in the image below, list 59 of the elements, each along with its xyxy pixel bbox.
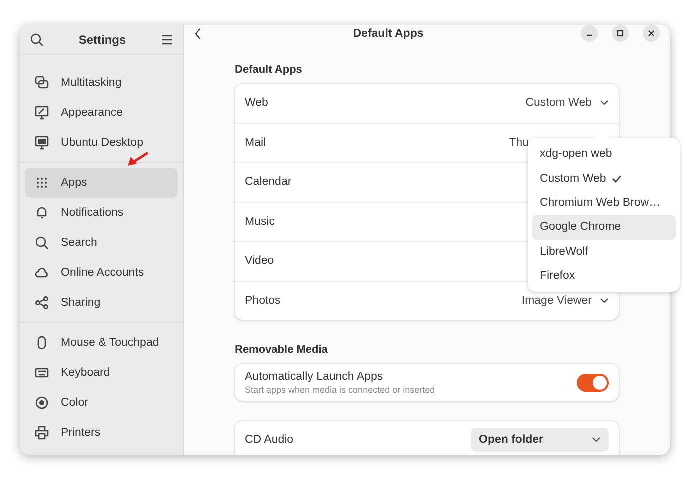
setting-description: Start apps when media is connected or inserted — [245, 384, 436, 394]
setting-label: Video — [245, 255, 274, 268]
dropdown[interactable]: Thu — [509, 136, 529, 149]
bell-icon — [35, 206, 49, 220]
share-icon — [35, 296, 49, 310]
sidebar-item[interactable]: Online Accounts — [25, 258, 178, 288]
setting-label: Web — [245, 97, 268, 110]
setting-label: CD Audio — [245, 434, 294, 446]
setting-label: Calendar — [245, 176, 292, 188]
sidebar-item[interactable]: Ubuntu Desktop — [25, 128, 178, 158]
dropdown-option[interactable]: LibreWolf — [532, 240, 676, 264]
monitor-icon — [35, 136, 49, 150]
color-icon — [35, 396, 49, 410]
setting-label: Mail — [245, 136, 266, 149]
back-icon[interactable] — [194, 28, 202, 40]
section-heading: Removable Media — [235, 344, 329, 356]
setting-label: Music — [245, 216, 276, 228]
setting-label: Automatically Launch Apps — [245, 370, 384, 382]
close-button[interactable] — [643, 25, 660, 42]
menu-icon[interactable] — [161, 34, 173, 44]
sidebar-item[interactable]: Sharing — [25, 288, 178, 318]
dropdown-option[interactable]: Firefox — [532, 264, 676, 288]
sidebar-item[interactable]: Mouse & Touchpad — [25, 328, 178, 358]
sidebar-title: Settings — [78, 32, 126, 46]
sidebar-item[interactable]: Apps — [25, 168, 178, 198]
dropdown-option[interactable]: xdg-open web — [532, 142, 676, 166]
chevron-down-icon — [592, 437, 601, 444]
sidebar-item[interactable]: Appearance — [25, 98, 178, 128]
dropdown[interactable]: Image Viewer — [522, 294, 609, 307]
chevron-down-icon — [600, 100, 609, 106]
dropdown-option[interactable]: Chromium Web Brow… — [532, 190, 676, 216]
monitor-brush-icon — [35, 106, 49, 120]
search-icon — [30, 32, 44, 46]
windows-icon — [35, 76, 49, 90]
cloud-icon — [35, 266, 49, 280]
grid-icon — [35, 176, 49, 190]
chevron-down-icon — [600, 298, 609, 304]
setting-label: Photos — [245, 294, 281, 307]
window-title: Default Apps — [352, 28, 425, 40]
sidebar-item[interactable]: Notifications — [25, 198, 178, 228]
section-heading: Default Apps — [235, 64, 304, 76]
dropdown[interactable]: Open folder — [471, 428, 609, 452]
annotation-arrow — [126, 151, 150, 167]
printer-icon — [35, 426, 49, 440]
sidebar-item[interactable]: Multitasking — [25, 68, 178, 98]
sidebar-item[interactable]: Printers — [25, 418, 178, 448]
sidebar-item[interactable]: Keyboard — [25, 358, 178, 388]
sidebar-item[interactable]: Color — [25, 388, 178, 418]
sidebar-item[interactable]: Search — [25, 228, 178, 258]
maximize-button[interactable] — [612, 25, 629, 42]
dropdown[interactable]: Custom Web — [526, 97, 609, 110]
dropdown-option[interactable]: Custom Web — [532, 166, 676, 191]
close-icon — [648, 30, 655, 37]
mouse-icon — [35, 336, 49, 350]
toggle-switch[interactable] — [577, 374, 609, 392]
search-icon — [35, 236, 49, 250]
keyboard-icon — [35, 366, 49, 380]
dropdown-option[interactable]: Google Chrome — [532, 215, 676, 240]
maximize-icon — [617, 30, 624, 37]
